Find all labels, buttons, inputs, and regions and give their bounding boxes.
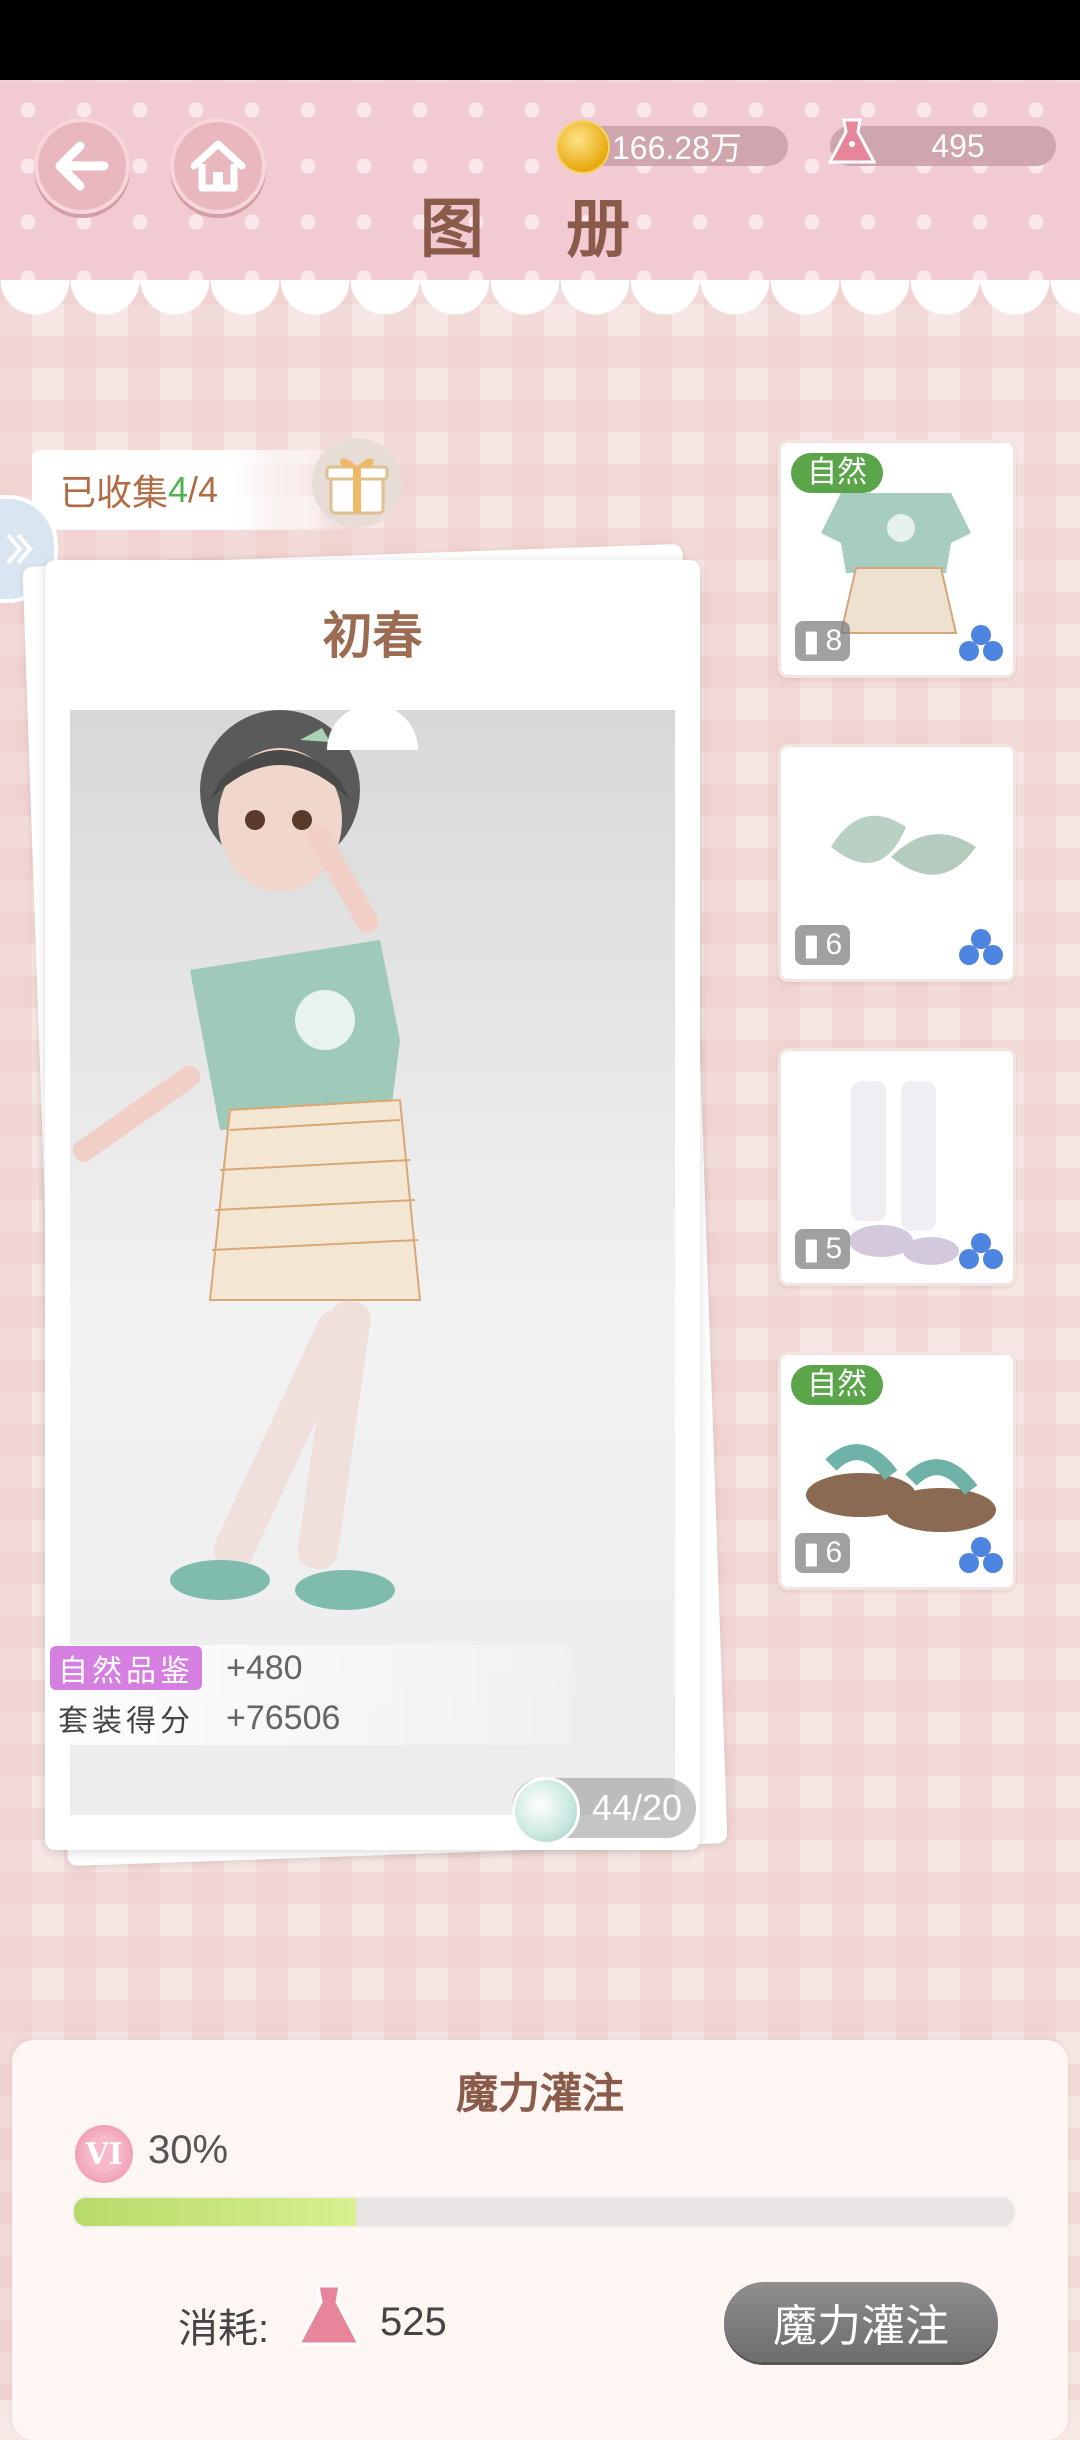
magic-panel-title: 魔力灌注 xyxy=(455,2069,624,2118)
suit-stats: 自然品鉴 +480 套装得分 +76506 xyxy=(50,1645,570,1745)
level-percent: 30% xyxy=(148,2128,229,2172)
element-tag: 自然 xyxy=(791,1365,883,1405)
item-count-badge: ▮ 6 xyxy=(795,1533,851,1573)
stat-label-nature: 自然品鉴 xyxy=(50,1646,202,1690)
item-count: 5 xyxy=(825,1232,843,1265)
lace-trim xyxy=(0,280,1080,350)
item-card-socks[interactable]: ▮ 5 xyxy=(778,1048,1016,1286)
leaf-accessory-icon xyxy=(831,815,976,875)
gift-icon xyxy=(325,458,389,515)
sandals-icon xyxy=(806,1444,996,1532)
item-count-badge: ▮ 8 xyxy=(795,621,851,661)
magic-infusion-button[interactable]: 魔力灌注 xyxy=(724,2282,998,2362)
stat-value-nature: +480 xyxy=(226,1648,303,1687)
double-chevron-right-icon xyxy=(6,533,33,565)
stat-row-suit-score: 套装得分 +76506 xyxy=(50,1695,340,1741)
status-bar xyxy=(0,0,1080,82)
inventory-icon: ▮ xyxy=(803,624,820,658)
item-card-leaf[interactable]: ▮ 6 xyxy=(778,744,1016,982)
magic-progress-bar xyxy=(72,2196,1016,2228)
socks-icon xyxy=(849,1081,959,1265)
dress-icon xyxy=(827,118,877,164)
coin-icon xyxy=(556,120,610,174)
collection-count: 4 xyxy=(168,469,189,510)
page-title: 图 册 xyxy=(419,192,661,267)
stat-value-suit-score: +76506 xyxy=(226,1698,341,1737)
gift-reward-button[interactable] xyxy=(312,438,402,528)
stat-row-nature: 自然品鉴 +480 xyxy=(50,1645,303,1691)
blue-flower-icon xyxy=(959,929,1003,965)
coins-value: 166.28万 xyxy=(612,130,742,166)
inventory-icon: ▮ xyxy=(803,928,820,962)
outfit-top-skirt-icon xyxy=(821,493,971,634)
suit-card[interactable]: 初春 自然品鉴 +480 套装得分 +76506 xyxy=(45,560,700,1850)
blue-flower-icon xyxy=(959,1537,1003,1573)
item-card-sandals[interactable]: 自然 ▮ 6 xyxy=(778,1352,1016,1590)
item-card-outfit[interactable]: 自然 ▮ 8 xyxy=(778,440,1016,678)
score-value: 44/20 xyxy=(591,1787,682,1828)
cost-value: 525 xyxy=(380,2300,447,2344)
blue-flower-icon xyxy=(959,1233,1003,1269)
magic-progress-fill xyxy=(74,2198,356,2226)
item-count: 6 xyxy=(825,928,843,961)
collection-total: /4 xyxy=(188,469,219,510)
inventory-icon: ▮ xyxy=(803,1536,820,1570)
element-tag: 自然 xyxy=(791,453,883,493)
level-badge: VI xyxy=(75,2125,133,2183)
inventory-icon: ▮ xyxy=(803,1232,820,1266)
item-count-badge: ▮ 5 xyxy=(795,1229,851,1269)
suit-name: 初春 xyxy=(322,606,423,665)
cost-label: 消耗: xyxy=(178,2307,270,2351)
collection-label: 已收集 xyxy=(60,472,169,513)
blue-flower-icon xyxy=(959,625,1003,661)
dress-cost-icon xyxy=(296,2284,362,2346)
stat-label-suit-score: 套装得分 xyxy=(58,1704,194,1739)
item-count-badge: ▮ 6 xyxy=(795,925,851,965)
item-count: 8 xyxy=(825,624,843,657)
dress-currency-value: 495 xyxy=(931,127,985,164)
item-count: 6 xyxy=(825,1536,843,1569)
score-orb-icon xyxy=(512,1777,580,1845)
